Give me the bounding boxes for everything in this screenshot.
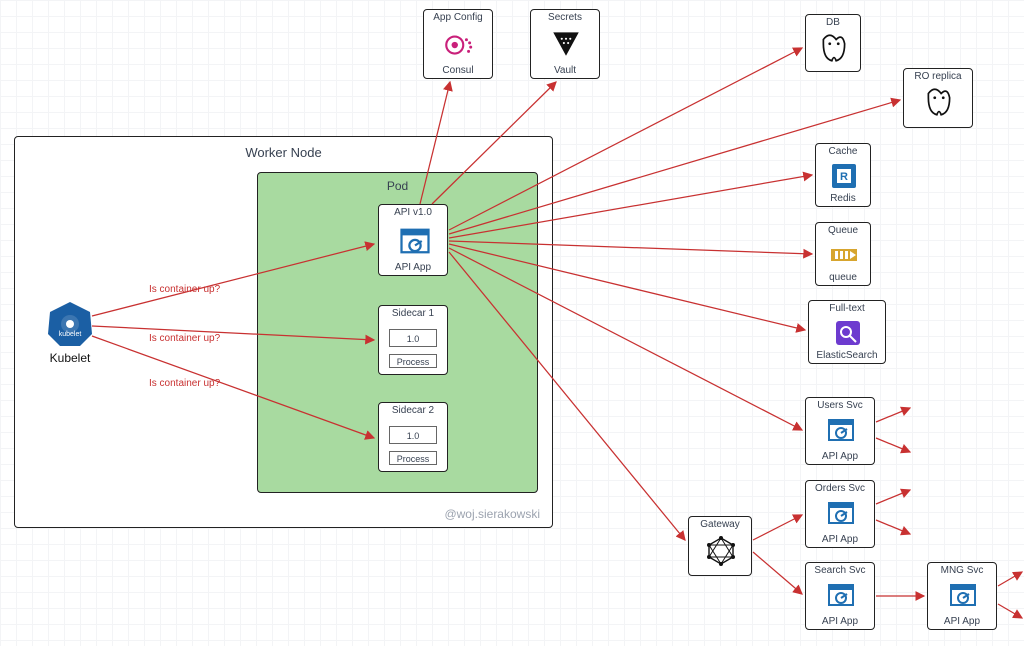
ro-replica: RO replica [903,68,973,128]
consul-icon [442,28,476,62]
postgres-icon [922,85,956,119]
edge-label-q2: Is container up? [149,333,220,344]
secrets: Secrets Vault [530,9,600,79]
redis-icon: R [828,160,860,192]
queue-sub: queue [816,272,870,283]
kubelet: kubelet Kubelet [40,300,100,365]
api-app-icon [825,579,857,611]
vault-icon [549,26,583,60]
sidecar2-version: 1.0 [389,426,437,444]
edge-label-q3: Is container up? [149,378,220,389]
watermark: @woj.sierakowski [444,507,540,521]
elasticsearch-icon [832,317,864,349]
api-title: API v1.0 [379,207,447,218]
edge-label-q1: Is container up? [149,284,220,295]
worker-node-title: Worker Node [15,145,552,160]
svg-text:kubelet: kubelet [59,331,82,338]
api-app-icon [825,497,857,529]
queue: Queue queue [815,222,871,286]
graphql-icon [705,535,737,567]
api-container: API v1.0 API App [378,204,448,276]
secrets-title: Secrets [531,12,599,23]
db: DB [805,14,861,72]
orders-sub: API App [806,534,874,545]
svg-text:R: R [840,171,848,183]
kubelet-label: Kubelet [40,351,100,365]
api-sublabel: API App [379,262,447,273]
sidecar1-container: Sidecar 1 1.0 Process [378,305,448,375]
gateway-title: Gateway [689,519,751,530]
queue-title: Queue [816,225,870,236]
api-app-icon [397,223,433,259]
orders-title: Orders Svc [806,483,874,494]
sidecar1-proc: Process [389,354,437,368]
pod-title: Pod [258,179,537,193]
cache: Cache R Redis [815,143,871,207]
gateway: Gateway [688,516,752,576]
mng-svc: MNG Svc API App [927,562,997,630]
fulltext-title: Full-text [809,303,885,314]
queue-icon [828,239,860,271]
app-config-sub: Consul [424,65,492,76]
users-sub: API App [806,451,874,462]
fulltext-sub: ElasticSearch [809,350,885,361]
api-app-icon [825,414,857,446]
postgres-icon [817,31,851,65]
cache-sub: Redis [816,193,870,204]
kubelet-icon: kubelet [46,300,94,348]
sidecar2-proc: Process [389,451,437,465]
search-svc: Search Svc API App [805,562,875,630]
sidecar1-version: 1.0 [389,329,437,347]
db-title: DB [806,17,860,28]
mng-title: MNG Svc [928,565,996,576]
app-config: App Config Consul [423,9,493,79]
ro-title: RO replica [904,71,972,82]
orders-svc: Orders Svc API App [805,480,875,548]
mng-sub: API App [928,616,996,627]
sidecar1-title: Sidecar 1 [379,308,447,319]
api-app-icon [947,579,979,611]
sidecar2-title: Sidecar 2 [379,405,447,416]
search-title: Search Svc [806,565,874,576]
secrets-sub: Vault [531,65,599,76]
cache-title: Cache [816,146,870,157]
search-sub: API App [806,616,874,627]
fulltext: Full-text ElasticSearch [808,300,886,364]
users-svc: Users Svc API App [805,397,875,465]
app-config-title: App Config [424,12,492,23]
users-title: Users Svc [806,400,874,411]
sidecar2-container: Sidecar 2 1.0 Process [378,402,448,472]
